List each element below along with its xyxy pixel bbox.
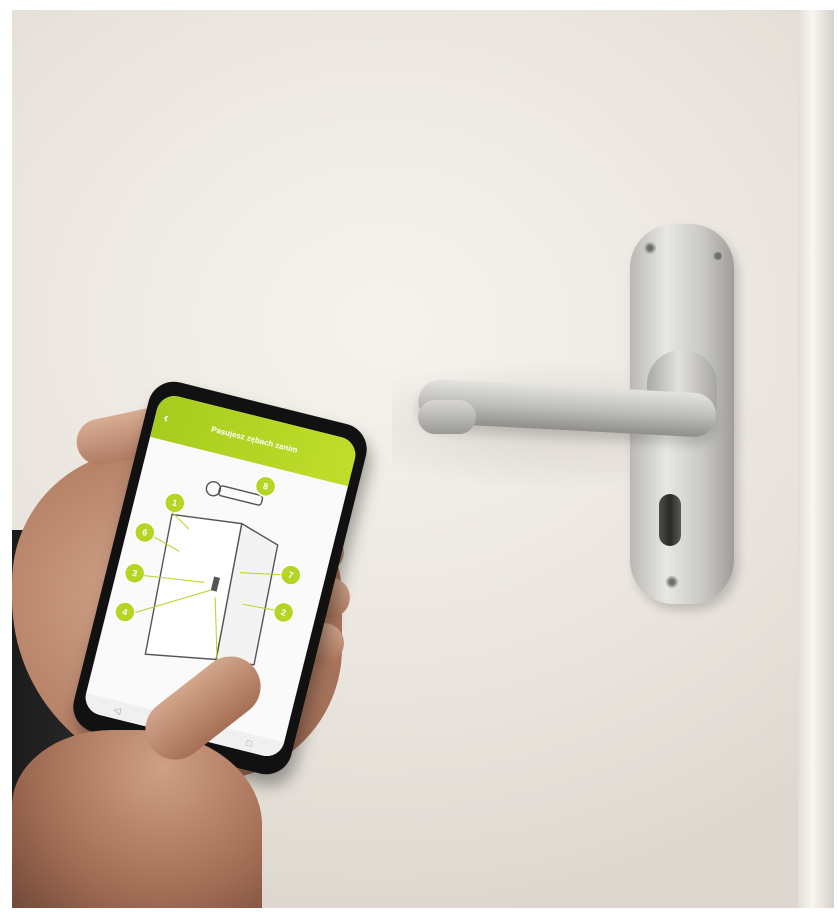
- recents-nav-icon[interactable]: □: [245, 737, 253, 748]
- door-frame-edge: [798, 10, 834, 908]
- back-arrow-icon[interactable]: ‹: [154, 407, 179, 428]
- back-nav-icon[interactable]: ◁: [113, 704, 122, 716]
- screw-icon: [666, 576, 678, 588]
- pointing-hand: [12, 730, 262, 908]
- screw-icon: [644, 242, 656, 254]
- door-handle-tip: [418, 400, 476, 434]
- photo: ‹ Pasujesz zębach zanim 8 1 6 7 3 2 4 ◁ …: [12, 10, 834, 908]
- screw-icon: [712, 250, 724, 262]
- key-cylinder: [659, 494, 681, 546]
